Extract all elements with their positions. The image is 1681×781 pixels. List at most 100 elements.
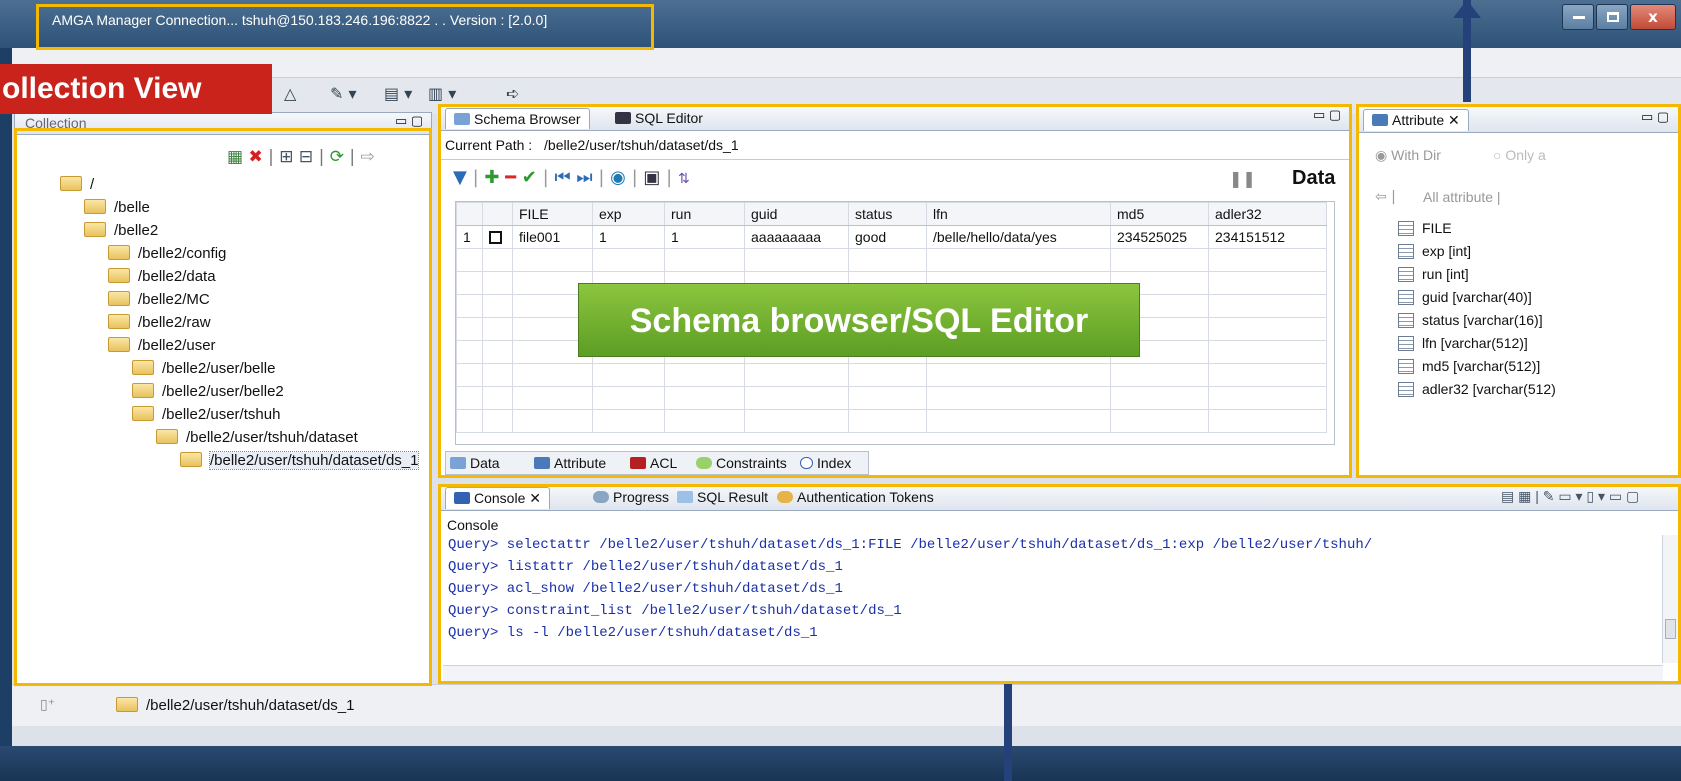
table-cell[interactable] (592, 363, 665, 387)
table-cell[interactable] (848, 386, 927, 410)
table-row[interactable] (456, 409, 1327, 433)
delete-icon[interactable]: ✖ (248, 147, 262, 167)
table-cell[interactable] (664, 409, 745, 433)
table-cell[interactable] (848, 363, 927, 387)
wand-icon[interactable]: ✎ ▾ (330, 84, 357, 103)
tree-item[interactable]: /belle (84, 199, 150, 216)
table-cell[interactable] (1208, 294, 1327, 318)
attribute-item[interactable]: run [int] (1398, 266, 1469, 282)
tree-item[interactable]: /belle2/user/tshuh (132, 406, 280, 423)
tab-sql-editor[interactable]: SQL Editor (615, 110, 703, 126)
add-row-icon[interactable]: ✚ (484, 167, 499, 188)
table-cell[interactable] (848, 248, 927, 272)
tab-attribute[interactable]: Attribute (534, 455, 606, 471)
tab-attribute-view[interactable]: Attribute ✕ (1363, 109, 1469, 131)
table-cell[interactable] (664, 363, 745, 387)
tab-console[interactable]: Console ✕ (445, 487, 550, 509)
table-row[interactable] (456, 248, 1327, 272)
table-cell[interactable]: /belle/hello/data/yes (926, 225, 1111, 249)
table-cell[interactable] (926, 248, 1111, 272)
page-icon[interactable]: ▥ ▾ (428, 84, 456, 103)
table-cell[interactable] (592, 386, 665, 410)
table-cell[interactable] (512, 409, 593, 433)
table-cell[interactable] (1110, 409, 1209, 433)
table-cell[interactable] (592, 248, 665, 272)
table-row[interactable] (456, 386, 1327, 410)
arrow-icon[interactable]: ➪ (506, 84, 519, 103)
pause-icon[interactable]: ❚❚ (1229, 169, 1256, 188)
attribute-minmax-icon[interactable]: ▭ ▢ (1641, 109, 1669, 125)
radio-with-dir[interactable]: ◉ With Dir (1375, 147, 1441, 164)
table-cell[interactable]: 234525025 (1110, 225, 1209, 249)
table-cell[interactable] (848, 409, 927, 433)
table-cell[interactable]: 234151512 (1208, 225, 1327, 249)
attribute-item[interactable]: adler32 [varchar(512) (1398, 381, 1556, 397)
attribute-item[interactable]: status [varchar(16)] (1398, 312, 1543, 328)
panel-minmax-icon[interactable]: ▭ ▢ (395, 113, 423, 129)
last-page-icon[interactable]: ⏭ (576, 167, 592, 188)
tree-item[interactable]: /belle2/user/belle2 (132, 383, 284, 400)
reload-icon[interactable]: ◉ (610, 167, 626, 188)
tab-schema-browser[interactable]: Schema Browser (445, 108, 590, 129)
table-row[interactable]: 1 file001 1 1 aaaaaaaaa good/belle/hello/data… (456, 225, 1327, 249)
table-cell[interactable]: file001 (512, 225, 593, 249)
tab-constraints[interactable]: Constraints (696, 455, 787, 471)
table-cell[interactable] (1208, 317, 1327, 341)
save-icon[interactable]: ▣ (643, 167, 660, 188)
table-cell[interactable] (744, 248, 849, 272)
tab-auth-tokens[interactable]: Authentication Tokens (777, 489, 934, 505)
table-cell[interactable] (1110, 248, 1209, 272)
sync-icon[interactable]: ⟳ (330, 147, 344, 167)
table-cell[interactable]: aaaaaaaaa (744, 225, 849, 249)
table-cell[interactable] (664, 248, 745, 272)
attribute-item[interactable]: guid [varchar(40)] (1398, 289, 1532, 305)
link-icon[interactable]: ⇨ (361, 147, 375, 167)
filter-icon[interactable]: ▼ (453, 167, 467, 188)
collapse-all-icon[interactable]: ⊟ (299, 147, 313, 167)
tree-item[interactable]: /belle2/user/belle (132, 360, 275, 377)
console-scrollbar[interactable] (1662, 535, 1678, 663)
table-cell[interactable] (1110, 363, 1209, 387)
tree-item[interactable]: /belle2 (84, 222, 158, 239)
expand-all-icon[interactable]: ⊞ (279, 147, 293, 167)
table-cell[interactable] (1208, 409, 1327, 433)
table-row[interactable] (456, 363, 1327, 387)
tree-item[interactable]: /belle2/user/tshuh/dataset/ds_1 (180, 451, 420, 470)
tree-item[interactable]: / (60, 176, 94, 193)
attribute-item[interactable]: FILE (1398, 220, 1452, 236)
refresh-icon[interactable]: △ (284, 84, 296, 103)
column-header[interactable]: guid (744, 202, 849, 226)
table-cell[interactable] (926, 409, 1111, 433)
tab-collection[interactable]: Collection (25, 115, 86, 131)
column-header[interactable]: exp (592, 202, 665, 226)
table-cell[interactable] (1208, 248, 1327, 272)
radio-only[interactable]: ○ Only a (1493, 147, 1546, 163)
tab-data[interactable]: Data (450, 455, 500, 471)
tree-item[interactable]: /belle2/data (108, 268, 216, 285)
table-cell[interactable]: good (848, 225, 927, 249)
column-header[interactable]: lfn (926, 202, 1111, 226)
table-cell[interactable] (664, 386, 745, 410)
maximize-button[interactable] (1596, 4, 1628, 30)
table-cell[interactable] (744, 409, 849, 433)
close-button[interactable]: x (1630, 4, 1676, 30)
format-icon[interactable]: ⇅ (678, 171, 690, 187)
table-cell[interactable] (1208, 363, 1327, 387)
document-icon[interactable]: ▤ ▾ (384, 84, 412, 103)
tree-item[interactable]: /belle2/user/tshuh/dataset (156, 429, 358, 446)
tree-item[interactable]: /belle2/user (108, 337, 216, 354)
column-header[interactable]: md5 (1110, 202, 1209, 226)
table-cell[interactable] (926, 386, 1111, 410)
table-cell[interactable] (512, 248, 593, 272)
row-checkbox[interactable] (489, 231, 502, 244)
table-cell[interactable] (592, 409, 665, 433)
column-header[interactable]: FILE (512, 202, 593, 226)
tree-item[interactable]: /belle2/raw (108, 314, 211, 331)
attribute-item[interactable]: exp [int] (1398, 243, 1471, 259)
minimize-button[interactable] (1562, 4, 1594, 30)
editor-minmax-icon[interactable]: ▭ ▢ (1313, 107, 1341, 123)
table-cell[interactable] (744, 386, 849, 410)
table-cell[interactable] (926, 363, 1111, 387)
attribute-item[interactable]: lfn [varchar(512)] (1398, 335, 1528, 351)
table-cell[interactable] (1208, 271, 1327, 295)
